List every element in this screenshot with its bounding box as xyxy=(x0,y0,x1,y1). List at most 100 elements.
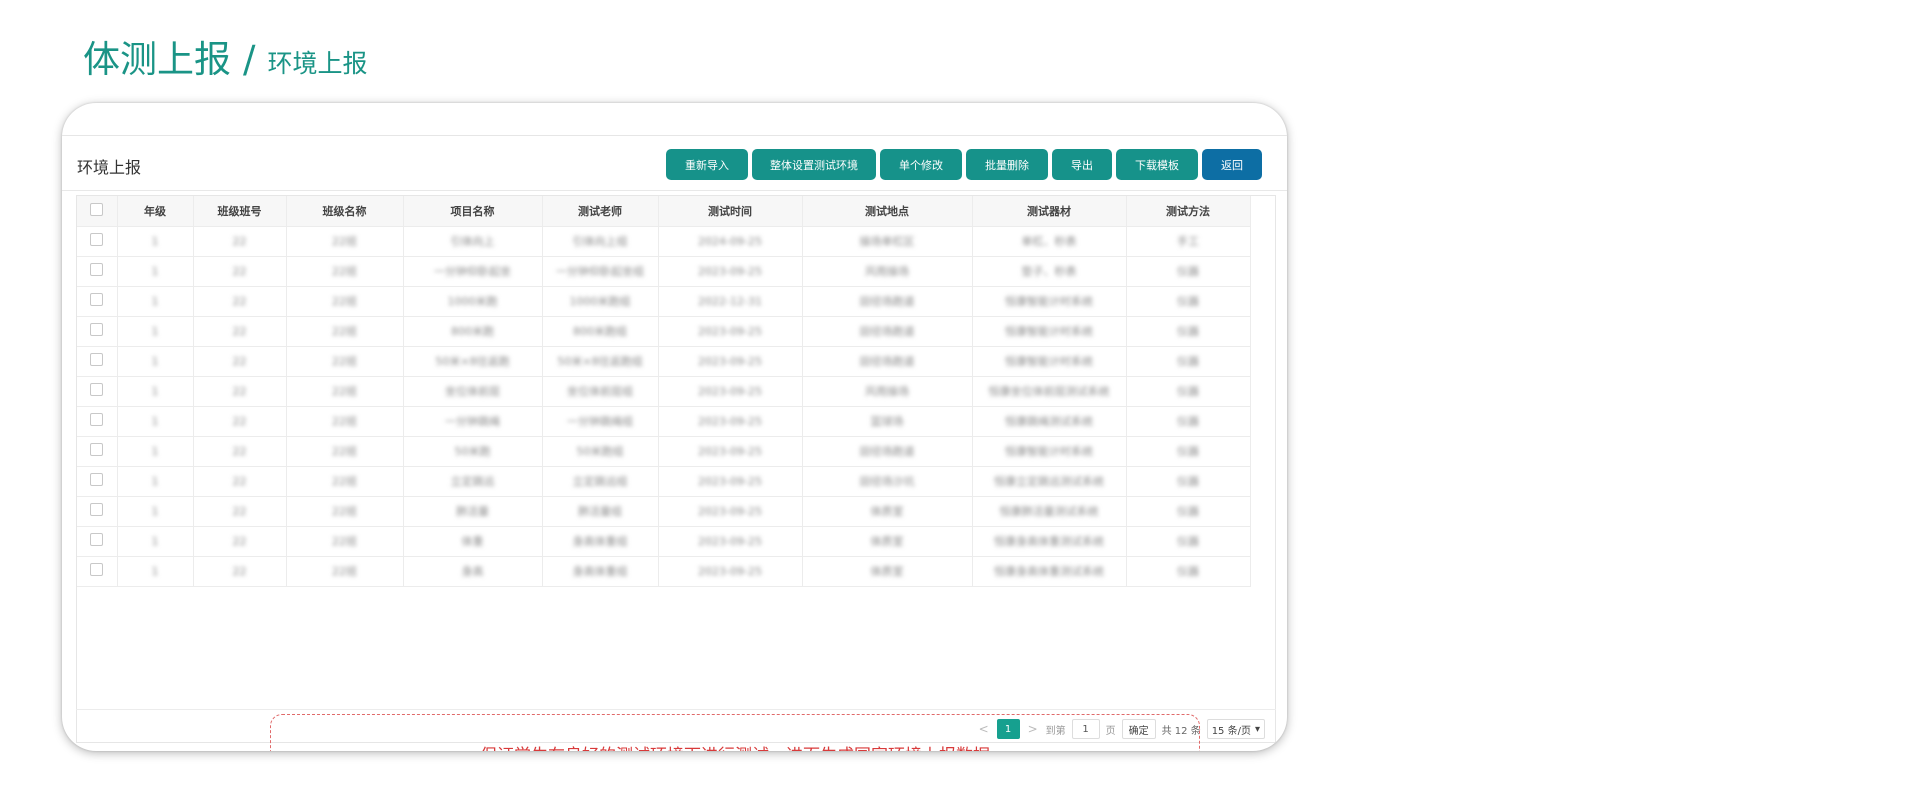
cell-value: 垫子、秒表 xyxy=(1021,265,1077,278)
table-row[interactable]: 1 22 22班 一分钟跳绳 一分钟跳绳组 2023-09-25 篮球场 恒康跳绳测试系统 仪器 xyxy=(77,406,1251,437)
table-cell: 恒康智能计时系统 xyxy=(972,346,1127,377)
table-row[interactable]: 1 22 22班 体重 身高体重组 2023-09-25 体质室 恒康身高体重测试系统 仪器 xyxy=(77,526,1251,557)
row-checkbox[interactable] xyxy=(90,263,104,276)
table-cell: 2023-09-25 xyxy=(658,316,803,347)
row-checkbox[interactable] xyxy=(90,383,104,396)
table-row[interactable]: 1 22 22班 立定跳远 立定跳远组 2023-09-25 田径场沙坑 恒康立定跳远测试系统… xyxy=(77,466,1251,497)
cell-value: 立定跳远 xyxy=(450,475,495,488)
table-cell: 2023-09-25 xyxy=(658,376,803,407)
table-cell: 仪器 xyxy=(1126,346,1251,377)
col-header-test-equipment: 测试器材 xyxy=(972,196,1127,227)
set-environment-button[interactable]: 整体设置测试环境 xyxy=(752,149,876,180)
table-cell: 22班 xyxy=(286,316,404,347)
cell-value: 田径场跑道 xyxy=(859,355,915,368)
col-header-item-name: 项目名称 xyxy=(403,196,543,227)
table-cell: 恒康智能计时系统 xyxy=(972,286,1127,317)
row-checkbox[interactable] xyxy=(90,533,104,546)
cell-value: 2023-09-25 xyxy=(698,384,762,398)
table-row[interactable]: 1 22 22班 一分钟仰卧起坐 一分钟仰卧起坐组 2023-09-25 风雨操场 垫子、秒表… xyxy=(77,256,1251,287)
batch-delete-button[interactable]: 批量删除 xyxy=(966,149,1048,180)
table-row[interactable]: 1 22 22班 坐位体前屈 坐位体前屈组 2023-09-25 风雨操场 恒康坐位体前屈测试… xyxy=(77,376,1251,407)
row-checkbox[interactable] xyxy=(90,503,104,516)
row-select-cell[interactable] xyxy=(77,406,118,437)
row-checkbox[interactable] xyxy=(90,293,104,306)
cell-value: 22 xyxy=(232,234,247,248)
col-header-test-time: 测试时间 xyxy=(658,196,803,227)
row-select-cell[interactable] xyxy=(77,256,118,287)
row-checkbox[interactable] xyxy=(90,233,104,246)
table-cell: 22班 xyxy=(286,346,404,377)
cell-value: 1 xyxy=(151,294,159,308)
row-checkbox[interactable] xyxy=(90,473,104,486)
select-all-cell[interactable] xyxy=(77,196,118,227)
col-header-test-method: 测试方法 xyxy=(1126,196,1251,227)
row-select-cell[interactable] xyxy=(77,376,118,407)
row-select-cell[interactable] xyxy=(77,226,118,257)
cell-value: 坐位体前屈组 xyxy=(567,385,633,398)
row-select-cell[interactable] xyxy=(77,316,118,347)
table-row[interactable]: 1 22 22班 身高 身高体重组 2023-09-25 体质室 恒康身高体重测试系统 仪器 xyxy=(77,556,1251,587)
cell-value: 身高体重组 xyxy=(572,565,628,578)
download-template-button[interactable]: 下载模板 xyxy=(1116,149,1198,180)
col-header-test-location: 测试地点 xyxy=(802,196,973,227)
table-cell: 立定跳远 xyxy=(403,466,543,497)
row-select-cell[interactable] xyxy=(77,556,118,587)
cell-value: 立定跳远组 xyxy=(572,475,628,488)
cell-value: 50米跑 xyxy=(454,445,491,458)
edit-single-button[interactable]: 单个修改 xyxy=(880,149,962,180)
table-cell: 22 xyxy=(193,496,287,527)
table-row[interactable]: 1 22 22班 800米跑 800米跑组 2023-09-25 田径场跑道 恒康智能计时系统… xyxy=(77,316,1251,347)
table-row[interactable]: 1 22 22班 肺活量 肺活量组 2023-09-25 体质室 恒康肺活量测试系统 仪器 xyxy=(77,496,1251,527)
row-select-cell[interactable] xyxy=(77,526,118,557)
panel-header: 环境上报 重新导入 整体设置测试环境 单个修改 批量删除 导出 下载模板 返回 xyxy=(62,136,1287,191)
breadcrumb: 体测上报 / 环境上报 xyxy=(83,32,367,88)
table-cell: 田径场跑道 xyxy=(802,316,973,347)
table-cell: 1 xyxy=(117,466,194,497)
table-cell: 2023-09-25 xyxy=(658,526,803,557)
row-checkbox[interactable] xyxy=(90,443,104,456)
cell-value: 恒康智能计时系统 xyxy=(1005,325,1093,338)
table-row[interactable]: 1 22 22班 1000米跑 1000米跑组 2022-12-31 田径场跑道 恒康智能计时… xyxy=(77,286,1251,317)
cell-value: 50米×8往返跑组 xyxy=(557,355,643,368)
return-button[interactable]: 返回 xyxy=(1202,149,1262,180)
table-cell: 50米×8往返跑 xyxy=(403,346,543,377)
cell-value: 恒康肺活量测试系统 xyxy=(999,505,1099,518)
cell-value: 2023-09-25 xyxy=(698,414,762,428)
row-select-cell[interactable] xyxy=(77,286,118,317)
row-select-cell[interactable] xyxy=(77,436,118,467)
table-row[interactable]: 1 22 22班 50米×8往返跑 50米×8往返跑组 2023-09-25 田径场跑道 恒康… xyxy=(77,346,1251,377)
cell-value: 身高 xyxy=(461,565,484,578)
export-button[interactable]: 导出 xyxy=(1052,149,1112,180)
table-cell: 一分钟仰卧起坐 xyxy=(403,256,543,287)
cell-value: 仪器 xyxy=(1177,355,1199,368)
row-checkbox[interactable] xyxy=(90,413,104,426)
cell-value: 恒康身高体重测试系统 xyxy=(994,535,1104,548)
cell-value: 22 xyxy=(232,384,247,398)
cell-value: 22 xyxy=(232,414,247,428)
row-checkbox[interactable] xyxy=(90,353,104,366)
table-cell: 单杠、秒表 xyxy=(972,226,1127,257)
table-cell: 恒康肺活量测试系统 xyxy=(972,496,1127,527)
row-checkbox[interactable] xyxy=(90,563,104,576)
table-cell: 身高体重组 xyxy=(542,526,659,557)
table-cell: 22 xyxy=(193,556,287,587)
table-cell: 恒康坐位体前屈测试系统 xyxy=(972,376,1127,407)
cell-value: 仪器 xyxy=(1177,385,1199,398)
row-select-cell[interactable] xyxy=(77,496,118,527)
table-row[interactable]: 1 22 22班 50米跑 50米跑组 2023-09-25 田径场跑道 恒康智能计时系统 仪器 xyxy=(77,436,1251,467)
table-cell: 22 xyxy=(193,286,287,317)
breadcrumb-main[interactable]: 体测上报 xyxy=(83,32,231,88)
table-cell: 田径场跑道 xyxy=(802,436,973,467)
row-select-cell[interactable] xyxy=(77,346,118,377)
table-cell: 体质室 xyxy=(802,496,973,527)
cell-value: 田径场跑道 xyxy=(859,325,915,338)
row-checkbox[interactable] xyxy=(90,323,104,336)
select-all-checkbox[interactable] xyxy=(90,202,104,216)
table-cell: 22 xyxy=(193,526,287,557)
table-cell: 仪器 xyxy=(1126,316,1251,347)
cell-value: 2023-09-25 xyxy=(698,534,762,548)
table-row[interactable]: 1 22 22班 引体向上 引体向上组 2024-09-25 操场单杠区 单杠、秒表 手工 xyxy=(77,226,1251,257)
row-select-cell[interactable] xyxy=(77,466,118,497)
reimport-button[interactable]: 重新导入 xyxy=(666,149,748,180)
table-cell: 1 xyxy=(117,436,194,467)
